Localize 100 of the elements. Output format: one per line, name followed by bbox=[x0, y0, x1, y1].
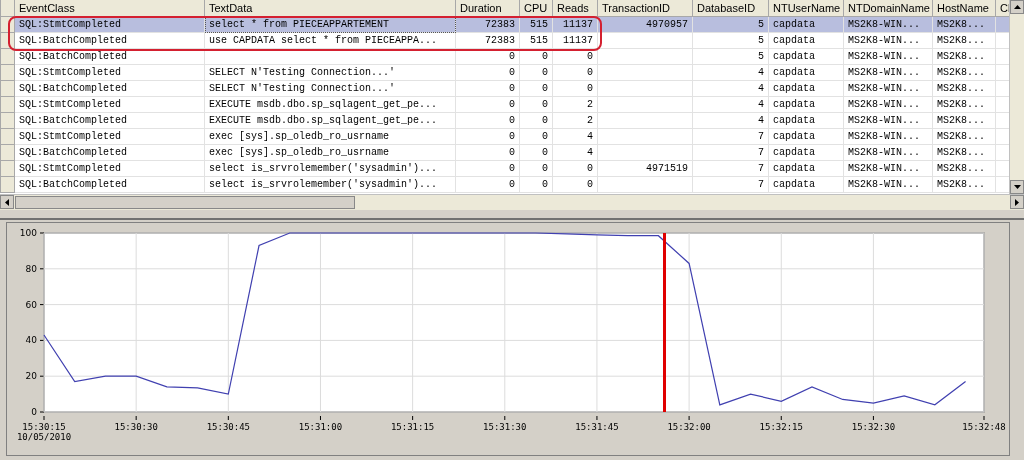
table-cell: MS2K8-WIN... bbox=[843, 32, 933, 49]
table-cell: 0 bbox=[552, 80, 598, 97]
table-cell: 72383 bbox=[455, 16, 520, 33]
column-header[interactable]: CPU bbox=[519, 0, 553, 17]
table-cell: 5 bbox=[692, 32, 769, 49]
scroll-down-button[interactable] bbox=[1010, 180, 1024, 195]
scroll-thumb[interactable] bbox=[15, 196, 355, 210]
column-header[interactable]: Duration bbox=[455, 0, 520, 17]
column-header[interactable]: EventClass bbox=[14, 0, 205, 17]
table-cell: MS2K8-WIN... bbox=[843, 176, 933, 193]
table-cell: 0 bbox=[519, 128, 553, 145]
table-cell: 0 bbox=[455, 112, 520, 129]
table-cell: MS2K8-WIN... bbox=[843, 96, 933, 113]
table-cell: select * from PIECEAPPARTEMENT bbox=[204, 16, 456, 33]
table-cell: MS2K8... bbox=[932, 32, 996, 49]
table-cell: SQL:StmtCompleted bbox=[14, 16, 205, 33]
table-cell: MS2K8... bbox=[932, 176, 996, 193]
table-cell: 0 bbox=[455, 64, 520, 81]
table-cell: capdata bbox=[768, 80, 844, 97]
table-cell: 4970957 bbox=[597, 16, 693, 33]
column-header[interactable]: HostName bbox=[932, 0, 996, 17]
table-cell: capdata bbox=[768, 112, 844, 129]
table-cell: 7 bbox=[692, 176, 769, 193]
table-cell: capdata bbox=[768, 16, 844, 33]
table-cell: 0 bbox=[552, 64, 598, 81]
table-cell: 0 bbox=[519, 112, 553, 129]
table-cell: 7 bbox=[692, 128, 769, 145]
table-cell: capdata bbox=[768, 32, 844, 49]
table-cell: SELECT N'Testing Connection...' bbox=[204, 64, 456, 81]
table-cell: SQL:BatchCompleted bbox=[14, 176, 205, 193]
column-header[interactable]: TransactionID bbox=[597, 0, 693, 17]
right-arrow-icon bbox=[1015, 198, 1019, 206]
table-cell: capdata bbox=[768, 96, 844, 113]
table-cell: MS2K8... bbox=[932, 64, 996, 81]
table-cell: exec [sys].sp_oledb_ro_usrname bbox=[204, 144, 456, 161]
table-cell: MS2K8-WIN... bbox=[843, 48, 933, 65]
table-cell: 0 bbox=[455, 80, 520, 97]
table-cell: 0 bbox=[455, 96, 520, 113]
vertical-scrollbar[interactable] bbox=[1009, 0, 1024, 195]
scroll-right-button[interactable] bbox=[1010, 195, 1024, 210]
y-tick-label: 0 bbox=[31, 407, 37, 417]
y-tick-label: 100 bbox=[19, 228, 37, 238]
table-cell: 0 bbox=[455, 160, 520, 177]
y-tick-label: 20 bbox=[25, 371, 37, 382]
table-cell: 0 bbox=[519, 160, 553, 177]
x-tick-label: 15:32:15 bbox=[759, 422, 803, 432]
x-tick-label: 15:31:30 bbox=[483, 422, 527, 432]
table-cell: SQL:BatchCompleted bbox=[14, 80, 205, 97]
table-cell: 0 bbox=[519, 48, 553, 65]
scroll-up-button[interactable] bbox=[1010, 0, 1024, 14]
scroll-left-button[interactable] bbox=[0, 195, 14, 210]
table-cell: 4 bbox=[552, 144, 598, 161]
table-cell: 0 bbox=[455, 144, 520, 161]
column-header[interactable]: TextData bbox=[204, 0, 456, 17]
table-cell: EXECUTE msdb.dbo.sp_sqlagent_get_pe... bbox=[204, 96, 456, 113]
table-cell: SQL:BatchCompleted bbox=[14, 112, 205, 129]
table-cell: capdata bbox=[768, 48, 844, 65]
horizontal-scrollbar[interactable] bbox=[0, 194, 1024, 211]
table-cell: 0 bbox=[552, 176, 598, 193]
table-cell: MS2K8-WIN... bbox=[843, 144, 933, 161]
table-cell: 7 bbox=[692, 144, 769, 161]
table-cell: MS2K8-WIN... bbox=[843, 64, 933, 81]
table-cell: MS2K8... bbox=[932, 112, 996, 129]
table-cell: 2 bbox=[552, 96, 598, 113]
table-cell: MS2K8... bbox=[932, 16, 996, 33]
left-arrow-icon bbox=[5, 198, 9, 206]
column-header[interactable]: NTUserName bbox=[768, 0, 844, 17]
date-label: 10/05/2010 bbox=[16, 432, 72, 442]
x-tick-label: 15:30:30 bbox=[114, 422, 158, 432]
table-cell: SQL:BatchCompleted bbox=[14, 48, 205, 65]
table-cell: 0 bbox=[519, 176, 553, 193]
x-tick-label: 15:32:30 bbox=[851, 422, 896, 432]
column-header[interactable]: NTDomainName bbox=[843, 0, 933, 17]
table-cell: EXECUTE msdb.dbo.sp_sqlagent_get_pe... bbox=[204, 112, 456, 129]
up-arrow-icon bbox=[1013, 5, 1021, 9]
table-cell: 4 bbox=[692, 80, 769, 97]
table-cell: MS2K8-WIN... bbox=[843, 80, 933, 97]
x-tick-label: 15:31:45 bbox=[575, 422, 619, 432]
table-cell: MS2K8... bbox=[932, 80, 996, 97]
table-cell: MS2K8... bbox=[932, 144, 996, 161]
table-cell: MS2K8-WIN... bbox=[843, 128, 933, 145]
table-cell: MS2K8... bbox=[932, 48, 996, 65]
table-cell: 0 bbox=[519, 144, 553, 161]
table-cell: 0 bbox=[519, 64, 553, 81]
table-cell: 4 bbox=[552, 128, 598, 145]
column-header[interactable]: DatabaseID bbox=[692, 0, 769, 17]
table-cell: 4 bbox=[692, 64, 769, 81]
table-cell: MS2K8-WIN... bbox=[843, 16, 933, 33]
x-tick-label: 15:32:48 bbox=[962, 422, 1006, 432]
table-cell: SELECT N'Testing Connection...' bbox=[204, 80, 456, 97]
x-tick-label: 15:31:00 bbox=[298, 422, 343, 432]
table-cell: 4971519 bbox=[597, 160, 693, 177]
x-tick-label: 15:32:00 bbox=[667, 422, 711, 432]
header-corner bbox=[0, 0, 15, 17]
x-tick-label: 15:30:15 bbox=[22, 422, 66, 432]
column-header[interactable]: Reads bbox=[552, 0, 598, 17]
x-tick-label: 15:31:15 bbox=[390, 422, 435, 432]
table-cell: MS2K8... bbox=[932, 128, 996, 145]
table-cell: capdata bbox=[768, 160, 844, 177]
table-cell: exec [sys].sp_oledb_ro_usrname bbox=[204, 128, 456, 145]
